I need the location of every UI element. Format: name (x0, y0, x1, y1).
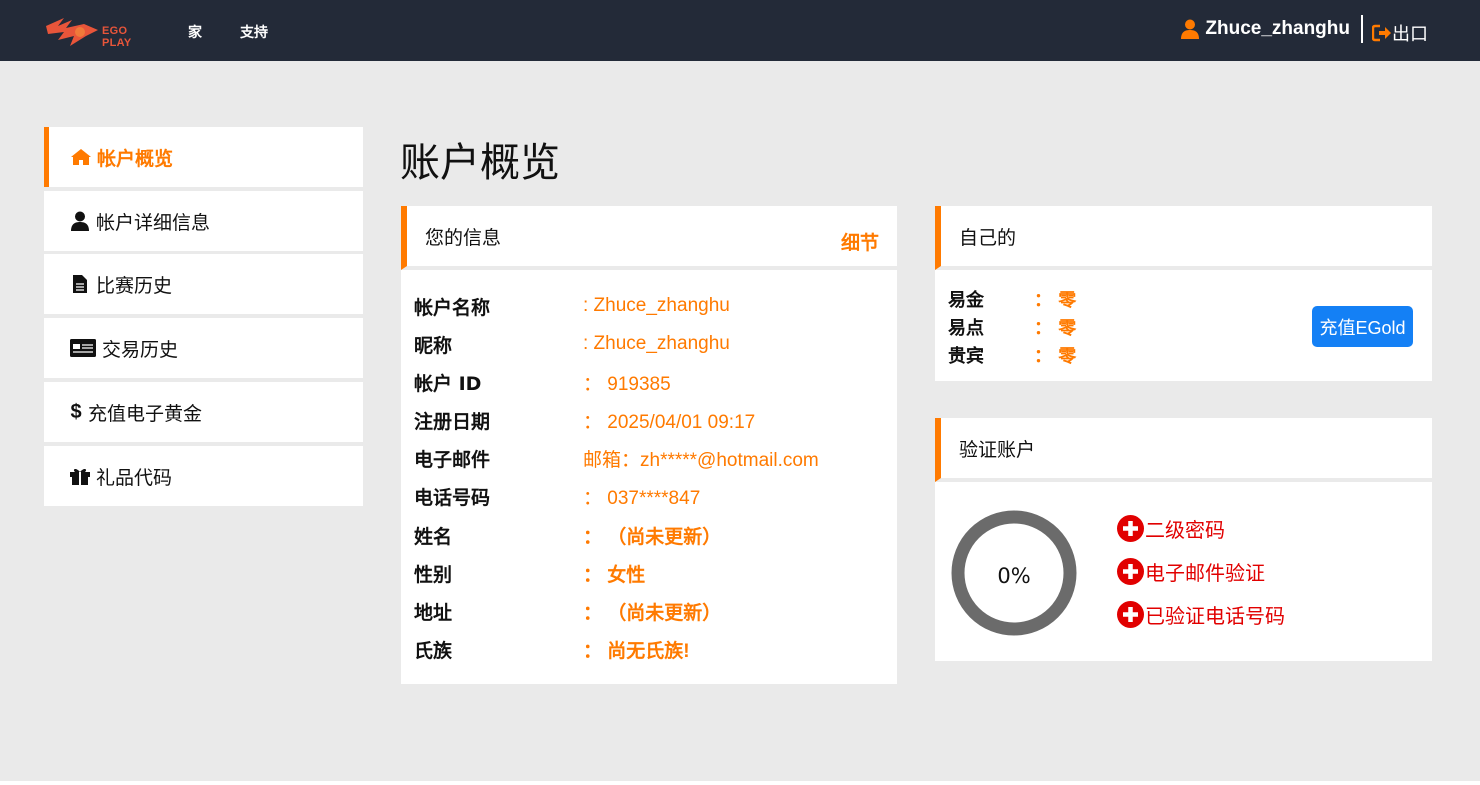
info-label: 地址 (414, 601, 453, 624)
own-label: 贵宾 (948, 346, 984, 367)
info-label: 帐户 ID (414, 372, 482, 395)
verify-item-phone[interactable]: 已验证电话号码 (1117, 600, 1285, 629)
own-label: 易金 (948, 290, 984, 311)
own-card: 自己的 易金 ： 零 易点 ： 零 贵宾 ： 零 充值EGold (935, 206, 1432, 381)
user-menu[interactable]: Zhuce_zhanghu (1181, 18, 1350, 40)
brand-logo[interactable]: EGO PLAY (44, 12, 160, 50)
info-value: ： 2025/04/01 09:17 (583, 411, 756, 433)
verify-item-email[interactable]: 电子邮件验证 (1117, 557, 1265, 586)
logo-text: EGO PLAY (102, 25, 132, 49)
verify-card-header: 验证账户 (935, 418, 1432, 482)
info-label: 注册日期 (414, 410, 491, 433)
info-value: ： （尚未更新） (583, 602, 722, 624)
card-icon (68, 338, 98, 358)
home-icon (69, 147, 93, 167)
plus-circle-icon (1117, 558, 1144, 585)
sidebar-item-label: 充值电子黄金 (88, 402, 203, 425)
sidebar-item-recharge-egold[interactable]: $ 充值电子黄金 (44, 382, 363, 442)
sidebar-item-match-history[interactable]: 比赛历史 (44, 254, 363, 314)
logout-button[interactable]: 出口 (1372, 20, 1428, 46)
info-label: 姓名 (414, 525, 453, 548)
file-icon (68, 274, 92, 294)
nav-support-link[interactable]: 支持 (240, 22, 268, 42)
info-value: : Zhuce_zhanghu (583, 333, 730, 354)
verify-item-secondary-password[interactable]: 二级密码 (1117, 514, 1225, 543)
info-value: ： 女性 (583, 564, 646, 586)
own-value: ： 零 (1034, 346, 1077, 367)
progress-text: 0% (997, 564, 1031, 588)
sidebar-item-label: 交易历史 (102, 338, 179, 361)
own-card-title: 自己的 (959, 226, 1017, 249)
sidebar-item-transaction-history[interactable]: 交易历史 (44, 318, 363, 378)
info-label: 昵称 (414, 334, 453, 357)
page-footer-strip (0, 781, 1480, 785)
sidebar-item-gift-code[interactable]: 礼品代码 (44, 446, 363, 506)
info-label: 电话号码 (414, 486, 491, 509)
info-label: 氏族 (414, 639, 453, 662)
sidebar-item-account-details[interactable]: 帐户详细信息 (44, 191, 363, 251)
details-link[interactable]: 细节 (841, 228, 879, 255)
info-label: 帐户名称 (414, 296, 491, 319)
sidebar-item-account-overview[interactable]: 帐户概览 (44, 127, 363, 187)
own-value: ： 零 (1034, 318, 1077, 339)
info-card-header: 您的信息 (401, 206, 897, 270)
logout-label: 出口 (1392, 24, 1428, 45)
info-label: 性别 (414, 563, 453, 586)
gift-icon (68, 466, 92, 486)
verify-card: 验证账户 0% 二级密码 电子邮件验证 已验证电话号码 (935, 418, 1432, 661)
user-name: Zhuce_zhanghu (1205, 18, 1350, 39)
verify-item-label: 电子邮件验证 (1145, 561, 1265, 585)
dollar-icon: $ (70, 400, 82, 423)
header-divider (1361, 15, 1363, 43)
sidebar-item-label: 比赛历史 (96, 274, 173, 297)
info-card: 您的信息 细节 帐户名称 : Zhuce_zhanghu 昵称 : Zhuce_… (401, 206, 897, 684)
user-icon (1181, 19, 1200, 39)
nav-home-link[interactable]: 家 (188, 22, 202, 42)
info-value: 邮箱：zh*****@hotmail.com (583, 449, 819, 471)
verify-card-title: 验证账户 (959, 438, 1036, 461)
logout-icon (1372, 24, 1391, 42)
top-navbar: EGO PLAY 家 支持 Zhuce_zhanghu 出口 (0, 0, 1480, 61)
sidebar-item-label: 帐户概览 (97, 147, 174, 170)
info-label: 电子邮件 (414, 448, 491, 471)
info-value: ： （尚未更新） (583, 526, 722, 548)
page-title: 账户概览 (400, 140, 560, 186)
user-icon (68, 211, 92, 231)
recharge-egold-button[interactable]: 充值EGold (1312, 306, 1413, 347)
sidebar-item-label: 帐户详细信息 (96, 211, 211, 234)
info-value: ： 037****847 (583, 487, 701, 509)
own-value: ： 零 (1034, 290, 1077, 311)
verify-item-label: 二级密码 (1145, 518, 1225, 542)
logo-icon (46, 18, 98, 46)
verify-item-label: 已验证电话号码 (1145, 604, 1285, 628)
info-card-title: 您的信息 (425, 226, 502, 249)
info-value: ： 919385 (583, 373, 671, 395)
plus-circle-icon (1117, 601, 1144, 628)
own-card-header: 自己的 (935, 206, 1432, 270)
sidebar-item-label: 礼品代码 (96, 466, 173, 489)
own-label: 易点 (948, 318, 984, 339)
info-value: : Zhuce_zhanghu (583, 295, 730, 316)
info-value: ： 尚无氏族! (583, 640, 690, 662)
plus-circle-icon (1117, 515, 1144, 542)
